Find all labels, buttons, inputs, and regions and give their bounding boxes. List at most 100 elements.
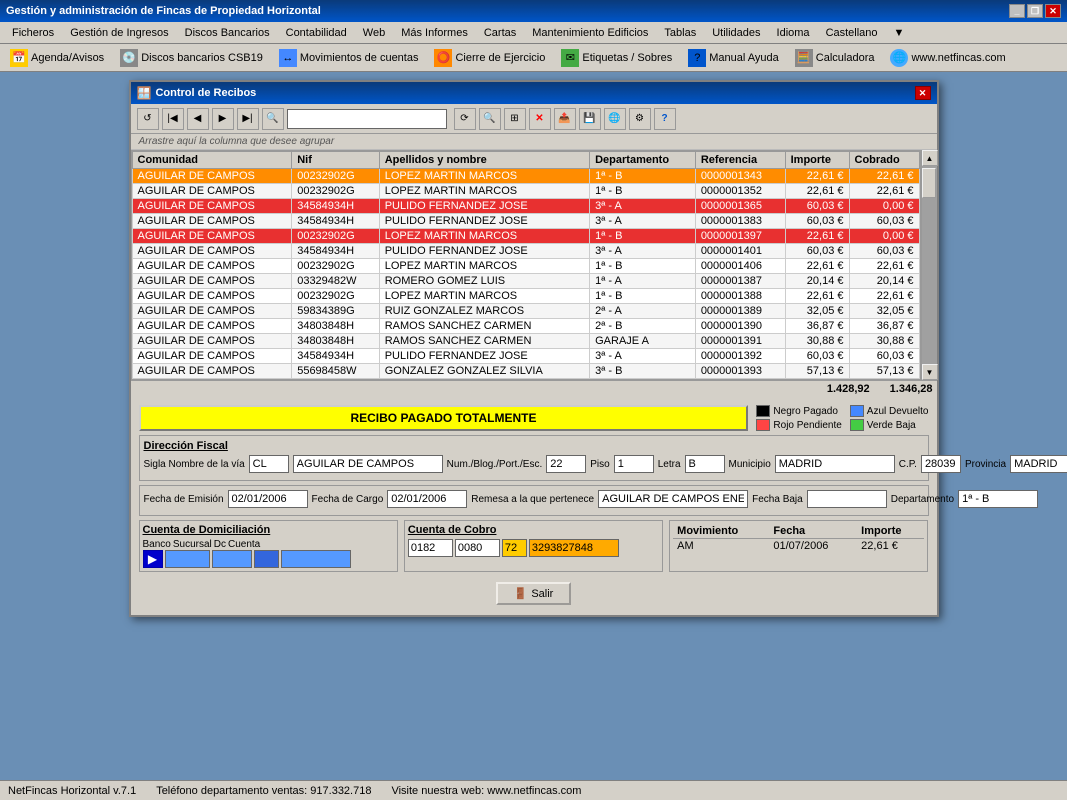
search2-btn[interactable]: 🔍 [479, 108, 501, 130]
salir-button[interactable]: 🚪 Salir [496, 582, 572, 605]
nombre-via-input[interactable] [293, 455, 443, 473]
menu-contabilidad[interactable]: Contabilidad [278, 25, 355, 41]
cobro-cuenta-input[interactable] [529, 539, 619, 557]
legend-azul-color [850, 405, 864, 417]
first-btn[interactable]: |◀ [162, 108, 184, 130]
menu-ficheros[interactable]: Ficheros [4, 25, 62, 41]
toolbar-calculadora[interactable]: 🧮 Calculadora [789, 47, 881, 69]
menu-gestion-ingresos[interactable]: Gestión de Ingresos [62, 25, 176, 41]
toolbar-manual[interactable]: ? Manual Ayuda [682, 47, 785, 69]
data-table-wrapper[interactable]: Comunidad Nif Apellidos y nombre Departa… [131, 150, 921, 380]
dom-banco-input[interactable] [165, 550, 210, 568]
table-cell: 60,03 € [849, 349, 919, 364]
cobro-sucursal-input[interactable] [455, 539, 500, 557]
cobro-inputs [408, 539, 659, 557]
refresh2-btn[interactable]: ⟳ [454, 108, 476, 130]
table-cell: 22,61 € [849, 289, 919, 304]
web2-btn[interactable]: 🌐 [604, 108, 626, 130]
grid-btn[interactable]: ⊞ [504, 108, 526, 130]
remesa-input[interactable] [598, 490, 748, 508]
table-row[interactable]: AGUILAR DE CAMPOS59834389GRUIZ GONZALEZ … [132, 304, 919, 319]
table-row[interactable]: AGUILAR DE CAMPOS00232902GLOPEZ MARTIN M… [132, 229, 919, 244]
table-cell: 00232902G [292, 169, 380, 184]
menu-mas-informes[interactable]: Más Informes [393, 25, 476, 41]
menu-discos-bancarios[interactable]: Discos Bancarios [177, 25, 278, 41]
toolbar-web[interactable]: 🌐 www.netfincas.com [884, 47, 1011, 69]
sigla-input[interactable] [249, 455, 289, 473]
table-row[interactable]: AGUILAR DE CAMPOS34584934HPULIDO FERNAND… [132, 199, 919, 214]
menu-castellano[interactable]: Castellano [818, 25, 886, 41]
scroll-track[interactable] [922, 166, 937, 364]
dpto-input[interactable] [958, 490, 1038, 508]
piso-input[interactable] [614, 455, 654, 473]
menu-tablas[interactable]: Tablas [656, 25, 704, 41]
last-btn[interactable]: ▶| [237, 108, 259, 130]
cobro-banco-input[interactable] [408, 539, 453, 557]
prev-btn[interactable]: ◀ [187, 108, 209, 130]
baja-input[interactable] [807, 490, 887, 508]
table-row[interactable]: AGUILAR DE CAMPOS00232902GLOPEZ MARTIN M… [132, 184, 919, 199]
table-cell: 0000001383 [695, 214, 785, 229]
dom-dc-input[interactable] [254, 550, 279, 568]
manual-icon: ? [688, 49, 706, 67]
menu-mantenimiento[interactable]: Mantenimiento Edificios [524, 25, 656, 41]
settings-btn[interactable]: ⚙ [629, 108, 651, 130]
table-row[interactable]: AGUILAR DE CAMPOS34584934HPULIDO FERNAND… [132, 244, 919, 259]
scroll-thumb[interactable] [922, 168, 936, 198]
movement-header: Movimiento Fecha Importe [673, 524, 924, 539]
dom-sucursal-input[interactable] [212, 550, 252, 568]
dom-arrow-btn[interactable]: ▶ [143, 550, 163, 568]
table-row[interactable]: AGUILAR DE CAMPOS00232902GLOPEZ MARTIN M… [132, 289, 919, 304]
table-cell: 22,61 € [785, 229, 849, 244]
save-btn[interactable]: 💾 [579, 108, 601, 130]
letra-input[interactable] [685, 455, 725, 473]
dom-cuenta-input[interactable] [281, 550, 351, 568]
table-cell: RAMOS SANCHEZ CARMEN [379, 319, 589, 334]
legend-verde: Verde Baja [850, 419, 929, 431]
cargo-input[interactable] [387, 490, 467, 508]
table-row[interactable]: AGUILAR DE CAMPOS34584934HPULIDO FERNAND… [132, 214, 919, 229]
restore-btn[interactable]: ❐ [1027, 4, 1043, 18]
delete-btn[interactable]: ✕ [529, 108, 551, 130]
table-row[interactable]: AGUILAR DE CAMPOS55698458WGONZALEZ GONZA… [132, 364, 919, 379]
toolbar-discos[interactable]: 💿 Discos bancarios CSB19 [114, 47, 269, 69]
table-row[interactable]: AGUILAR DE CAMPOS00232902GLOPEZ MARTIN M… [132, 259, 919, 274]
help-btn[interactable]: ? [654, 108, 676, 130]
domiciliacion-fields: Banco Sucursal Dc Cuenta [143, 539, 394, 550]
search-btn[interactable]: 🔍 [262, 108, 284, 130]
close-btn[interactable]: ✕ [1045, 4, 1061, 18]
refresh-btn[interactable]: ↺ [137, 108, 159, 130]
search-input[interactable] [287, 109, 447, 129]
num-input[interactable] [546, 455, 586, 473]
dialog-close-btn[interactable]: ✕ [915, 86, 931, 100]
toolbar-cierre[interactable]: ⭕ Cierre de Ejercicio [428, 47, 551, 69]
scroll-up-btn[interactable]: ▲ [922, 150, 938, 166]
table-row[interactable]: AGUILAR DE CAMPOS00232902GLOPEZ MARTIN M… [132, 169, 919, 184]
cp-input[interactable] [921, 455, 961, 473]
table-row[interactable]: AGUILAR DE CAMPOS34584934HPULIDO FERNAND… [132, 349, 919, 364]
menu-dropdown-icon[interactable]: ▼ [886, 25, 913, 41]
export-btn[interactable]: 📤 [554, 108, 576, 130]
toolbar-agenda[interactable]: 📅 Agenda/Avisos [4, 47, 110, 69]
piso-label: Piso [590, 459, 609, 470]
table-row[interactable]: AGUILAR DE CAMPOS34803848HRAMOS SANCHEZ … [132, 319, 919, 334]
scroll-down-btn[interactable]: ▼ [922, 364, 938, 380]
menu-cartas[interactable]: Cartas [476, 25, 524, 41]
toolbar-etiquetas[interactable]: ✉ Etiquetas / Sobres [555, 47, 678, 69]
vertical-scrollbar[interactable]: ▲ ▼ [921, 150, 937, 380]
municipio-input[interactable] [775, 455, 895, 473]
table-row[interactable]: AGUILAR DE CAMPOS34803848HRAMOS SANCHEZ … [132, 334, 919, 349]
toolbar-movimientos[interactable]: ↔ Movimientos de cuentas [273, 47, 425, 69]
table-header-row: Comunidad Nif Apellidos y nombre Departa… [132, 152, 919, 169]
table-cell: LOPEZ MARTIN MARCOS [379, 289, 589, 304]
emision-input[interactable] [228, 490, 308, 508]
provincia-input[interactable] [1010, 455, 1067, 473]
menu-utilidades[interactable]: Utilidades [704, 25, 768, 41]
cobro-dc-input[interactable] [502, 539, 527, 557]
menu-idioma[interactable]: Idioma [769, 25, 818, 41]
play-btn[interactable]: ▶ [212, 108, 234, 130]
minimize-btn[interactable]: _ [1009, 4, 1025, 18]
menu-web[interactable]: Web [355, 25, 393, 41]
recibo-status-btn[interactable]: RECIBO PAGADO TOTALMENTE [139, 405, 749, 431]
table-row[interactable]: AGUILAR DE CAMPOS03329482WROMERO GOMEZ L… [132, 274, 919, 289]
